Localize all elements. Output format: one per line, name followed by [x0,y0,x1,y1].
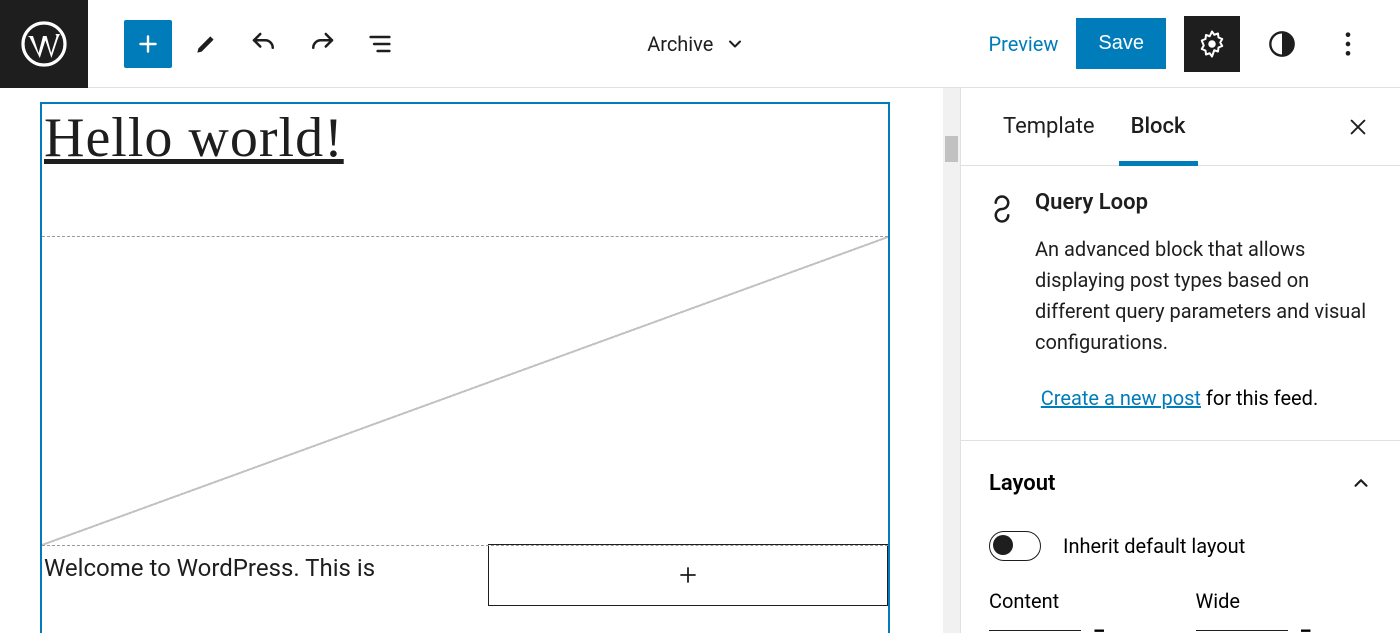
create-new-post-link[interactable]: Create a new post [1041,386,1201,410]
wide-width-unit-button[interactable]: = [1300,621,1313,633]
chevron-down-icon [725,34,745,54]
post-excerpt-block[interactable]: Welcome to WordPress. This is [42,546,488,590]
create-post-suffix: for this feed. [1201,386,1318,410]
block-inserter-button[interactable] [124,20,172,68]
excerpt-row: Welcome to WordPress. This is [42,546,888,606]
content-width-unit-button[interactable]: = [1093,621,1106,633]
editor-canvas[interactable]: Hello world! Welcome to WordPress. This … [0,88,960,633]
settings-button[interactable] [1184,16,1240,72]
styles-button[interactable] [1258,20,1306,68]
inherit-layout-toggle[interactable] [989,531,1041,561]
scrollbar-track[interactable] [943,88,960,633]
toolbar-right: Preview Save [989,16,1400,72]
layout-panel-toggle[interactable]: Layout [989,461,1372,505]
redo-button[interactable] [298,20,346,68]
block-title: Query Loop [1035,190,1148,215]
post-title-block[interactable]: Hello world! [42,104,888,172]
document-title-dropdown[interactable]: Archive [404,32,989,56]
block-appender-button[interactable] [488,544,888,606]
chevron-up-icon [1350,472,1372,494]
tab-template[interactable]: Template [985,88,1113,165]
query-loop-icon [987,194,1017,224]
layout-panel-title: Layout [989,471,1055,496]
list-view-button[interactable] [356,20,404,68]
tab-block[interactable]: Block [1113,88,1204,165]
document-title: Archive [647,32,713,56]
featured-image-placeholder[interactable] [42,236,888,546]
close-sidebar-button[interactable] [1340,109,1376,145]
content-width-label: Content [989,589,1106,613]
preview-link[interactable]: Preview [989,32,1059,56]
inherit-layout-label: Inherit default layout [1063,534,1245,558]
main-area: Hello world! Welcome to WordPress. This … [0,88,1400,633]
wide-width-input[interactable] [1196,630,1288,633]
toolbar-left [88,20,404,68]
settings-sidebar: Template Block Query Loop An advanced bl… [960,88,1400,633]
wordpress-logo[interactable] [0,0,88,88]
wide-width-label: Wide [1196,589,1313,613]
layout-width-controls: Content = Wide = [989,589,1372,633]
top-toolbar: Archive Preview Save [0,0,1400,88]
query-loop-block[interactable]: Hello world! Welcome to WordPress. This … [40,102,890,633]
block-create-post-row: Create a new post for this feed. [987,386,1372,410]
layout-panel: Layout Inherit default layout Content = … [961,441,1400,633]
undo-button[interactable] [240,20,288,68]
sidebar-tabs: Template Block [961,88,1400,166]
content-width-input[interactable] [989,630,1081,633]
block-info-panel: Query Loop An advanced block that allows… [961,166,1400,441]
more-options-button[interactable] [1324,20,1372,68]
edit-mode-button[interactable] [182,20,230,68]
scrollbar-thumb[interactable] [945,136,958,162]
inherit-layout-row: Inherit default layout [989,531,1372,561]
save-button[interactable]: Save [1076,18,1166,69]
block-description: An advanced block that allows displaying… [1035,234,1372,358]
